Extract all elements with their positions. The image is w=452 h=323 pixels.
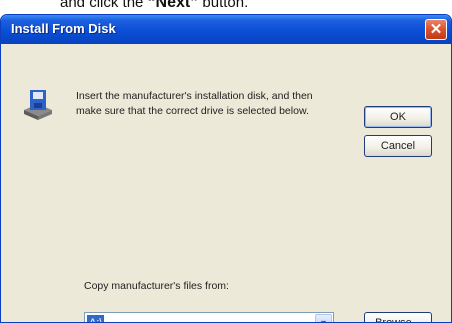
title-bar[interactable]: Install From Disk ✕ <box>1 15 451 44</box>
close-icon: ✕ <box>429 21 443 38</box>
floppy-disk-icon <box>24 90 52 120</box>
browse-button[interactable]: Browse... <box>364 312 432 322</box>
ok-button[interactable]: OK <box>364 106 432 128</box>
dialog-body: Insert the manufacturer's installation d… <box>4 44 448 322</box>
dropdown-arrow-icon[interactable]: ▼ <box>315 314 332 323</box>
instruction-message: Insert the manufacturer's installation d… <box>76 90 313 117</box>
install-from-disk-dialog: Install From Disk ✕ Insert the manufactu… <box>0 14 452 323</box>
window-title: Install From Disk <box>11 21 116 36</box>
close-button[interactable]: ✕ <box>425 19 447 40</box>
caption-bold: “Next” <box>147 0 199 11</box>
caption-prefix: and click the <box>60 0 148 11</box>
dropdown-arrow-glyph: ▼ <box>319 318 328 323</box>
caption-suffix: button. <box>198 0 249 11</box>
copy-from-combobox[interactable]: A:\ ▼ <box>84 312 334 323</box>
copy-from-label: Copy manufacturer's files from: <box>84 280 229 292</box>
cancel-button[interactable]: Cancel <box>364 135 432 157</box>
instruction-caption: and click the “Next” button. <box>60 0 248 12</box>
copy-from-value: A:\ <box>87 315 105 322</box>
